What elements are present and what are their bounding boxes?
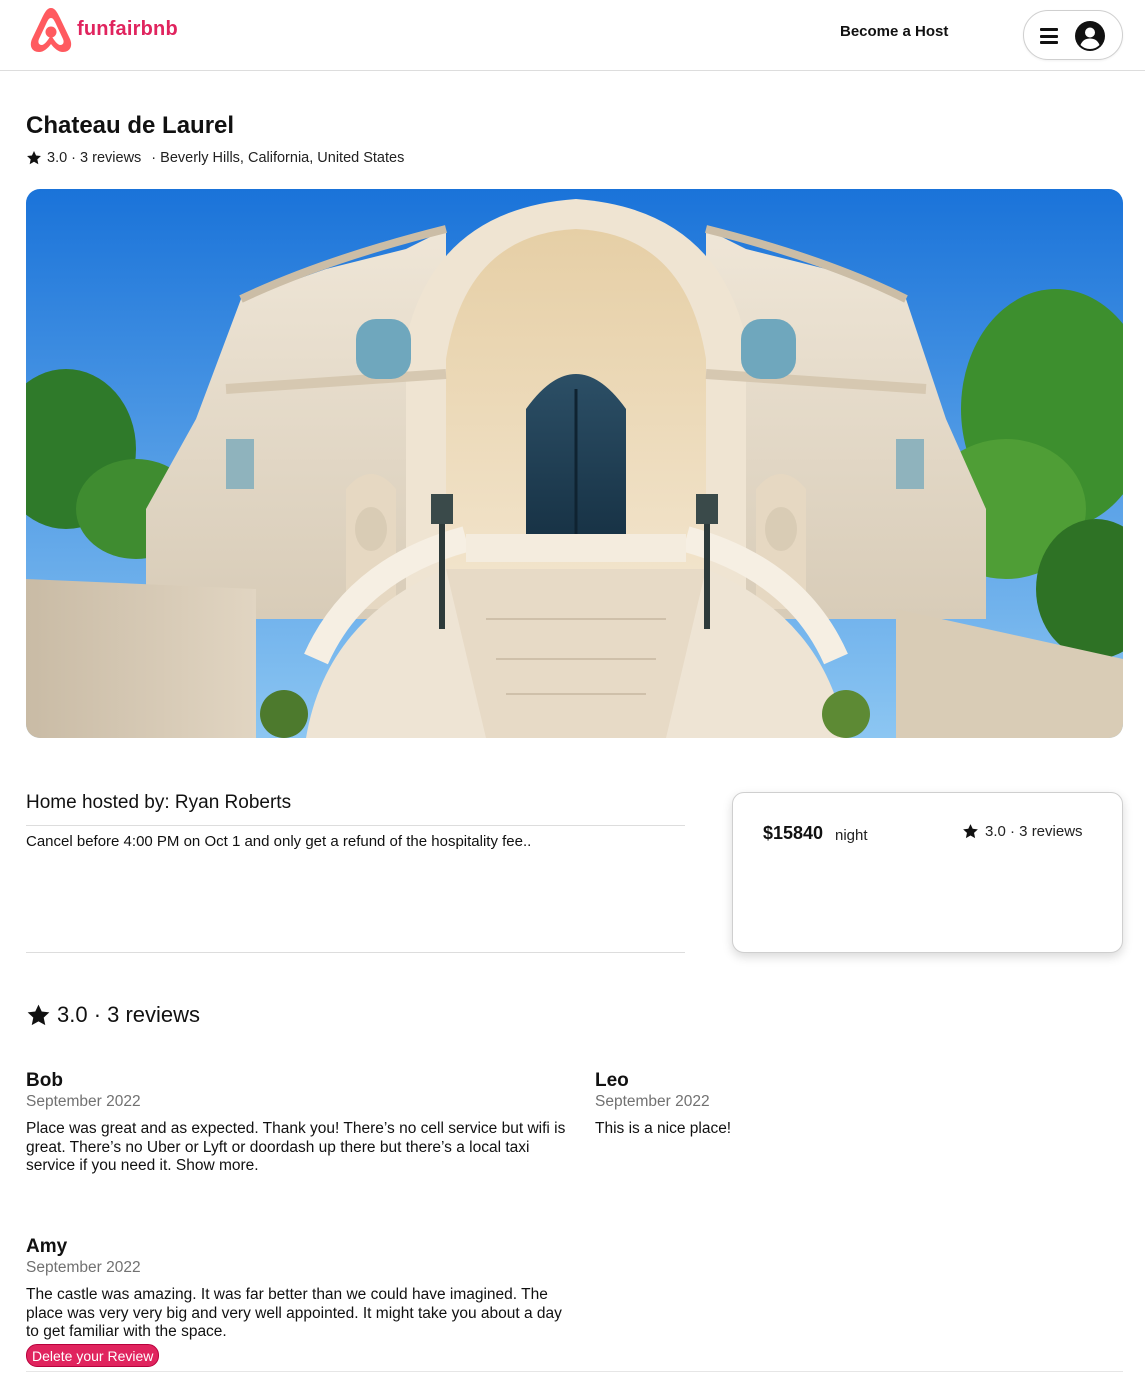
review-item: Leo September 2022 This is a nice place!: [595, 1070, 1140, 1139]
booking-rating[interactable]: 3.0 · 3 reviews: [962, 823, 1083, 840]
brand-logo-icon: [30, 8, 72, 52]
review-date: September 2022: [26, 1093, 141, 1110]
page-bottom-divider: [26, 1371, 1123, 1372]
star-icon: [27, 151, 41, 165]
top-navbar: funfairbnb Become a Host: [0, 0, 1145, 71]
review-date: September 2022: [595, 1093, 710, 1110]
star-icon: [27, 1004, 50, 1025]
review-item: Bob September 2022 Place was great and a…: [26, 1070, 571, 1176]
listing-subheader: 3.0 · 3 reviews · Beverly Hills, Califor…: [26, 150, 404, 166]
price-unit: night: [835, 827, 868, 844]
brand-logo[interactable]: funfairbnb: [28, 6, 178, 54]
brand-name: funfairbnb: [77, 18, 178, 40]
listing-title: Chateau de Laurel: [26, 112, 235, 139]
section-divider: [26, 952, 685, 953]
nightly-price: $15840: [763, 823, 824, 843]
listing-rating[interactable]: 3.0 · 3 reviews: [47, 150, 141, 166]
review-text: Place was great and as expected. Thank y…: [26, 1120, 566, 1174]
user-circle-icon: [1075, 21, 1105, 51]
review-text: The castle was amazing. It was far bette…: [26, 1286, 562, 1340]
star-icon: [963, 824, 978, 839]
cancellation-policy: Cancel before 4:00 PM on Oct 1 and only …: [26, 833, 532, 850]
reviewer-name: Amy: [26, 1236, 68, 1257]
reviews-heading: 3.0 · 3 reviews: [26, 1002, 200, 1028]
booking-card: $15840 night 3.0 · 3 reviews: [732, 792, 1123, 953]
reviewer-name: Bob: [26, 1070, 63, 1091]
delete-review-button[interactable]: Delete your Review: [26, 1343, 160, 1367]
reviews-summary: 3.0 · 3 reviews: [57, 1002, 201, 1027]
profile-menu-button[interactable]: [1023, 10, 1123, 60]
review-item: Amy September 2022 The castle was amazin…: [26, 1236, 571, 1367]
booking-rating-text: 3.0 · 3 reviews: [985, 823, 1083, 840]
become-host-link[interactable]: Become a Host: [826, 20, 962, 44]
listing-location: · Beverly Hills, California, United Stat…: [151, 150, 405, 166]
listing-photo: [26, 189, 1123, 738]
review-date: September 2022: [26, 1259, 141, 1276]
reviewer-name: Leo: [595, 1070, 629, 1091]
review-text: This is a nice place!: [595, 1120, 732, 1137]
hamburger-icon: [1040, 28, 1058, 44]
section-divider: [26, 825, 685, 826]
host-name: Home hosted by: Ryan Roberts: [26, 792, 292, 813]
